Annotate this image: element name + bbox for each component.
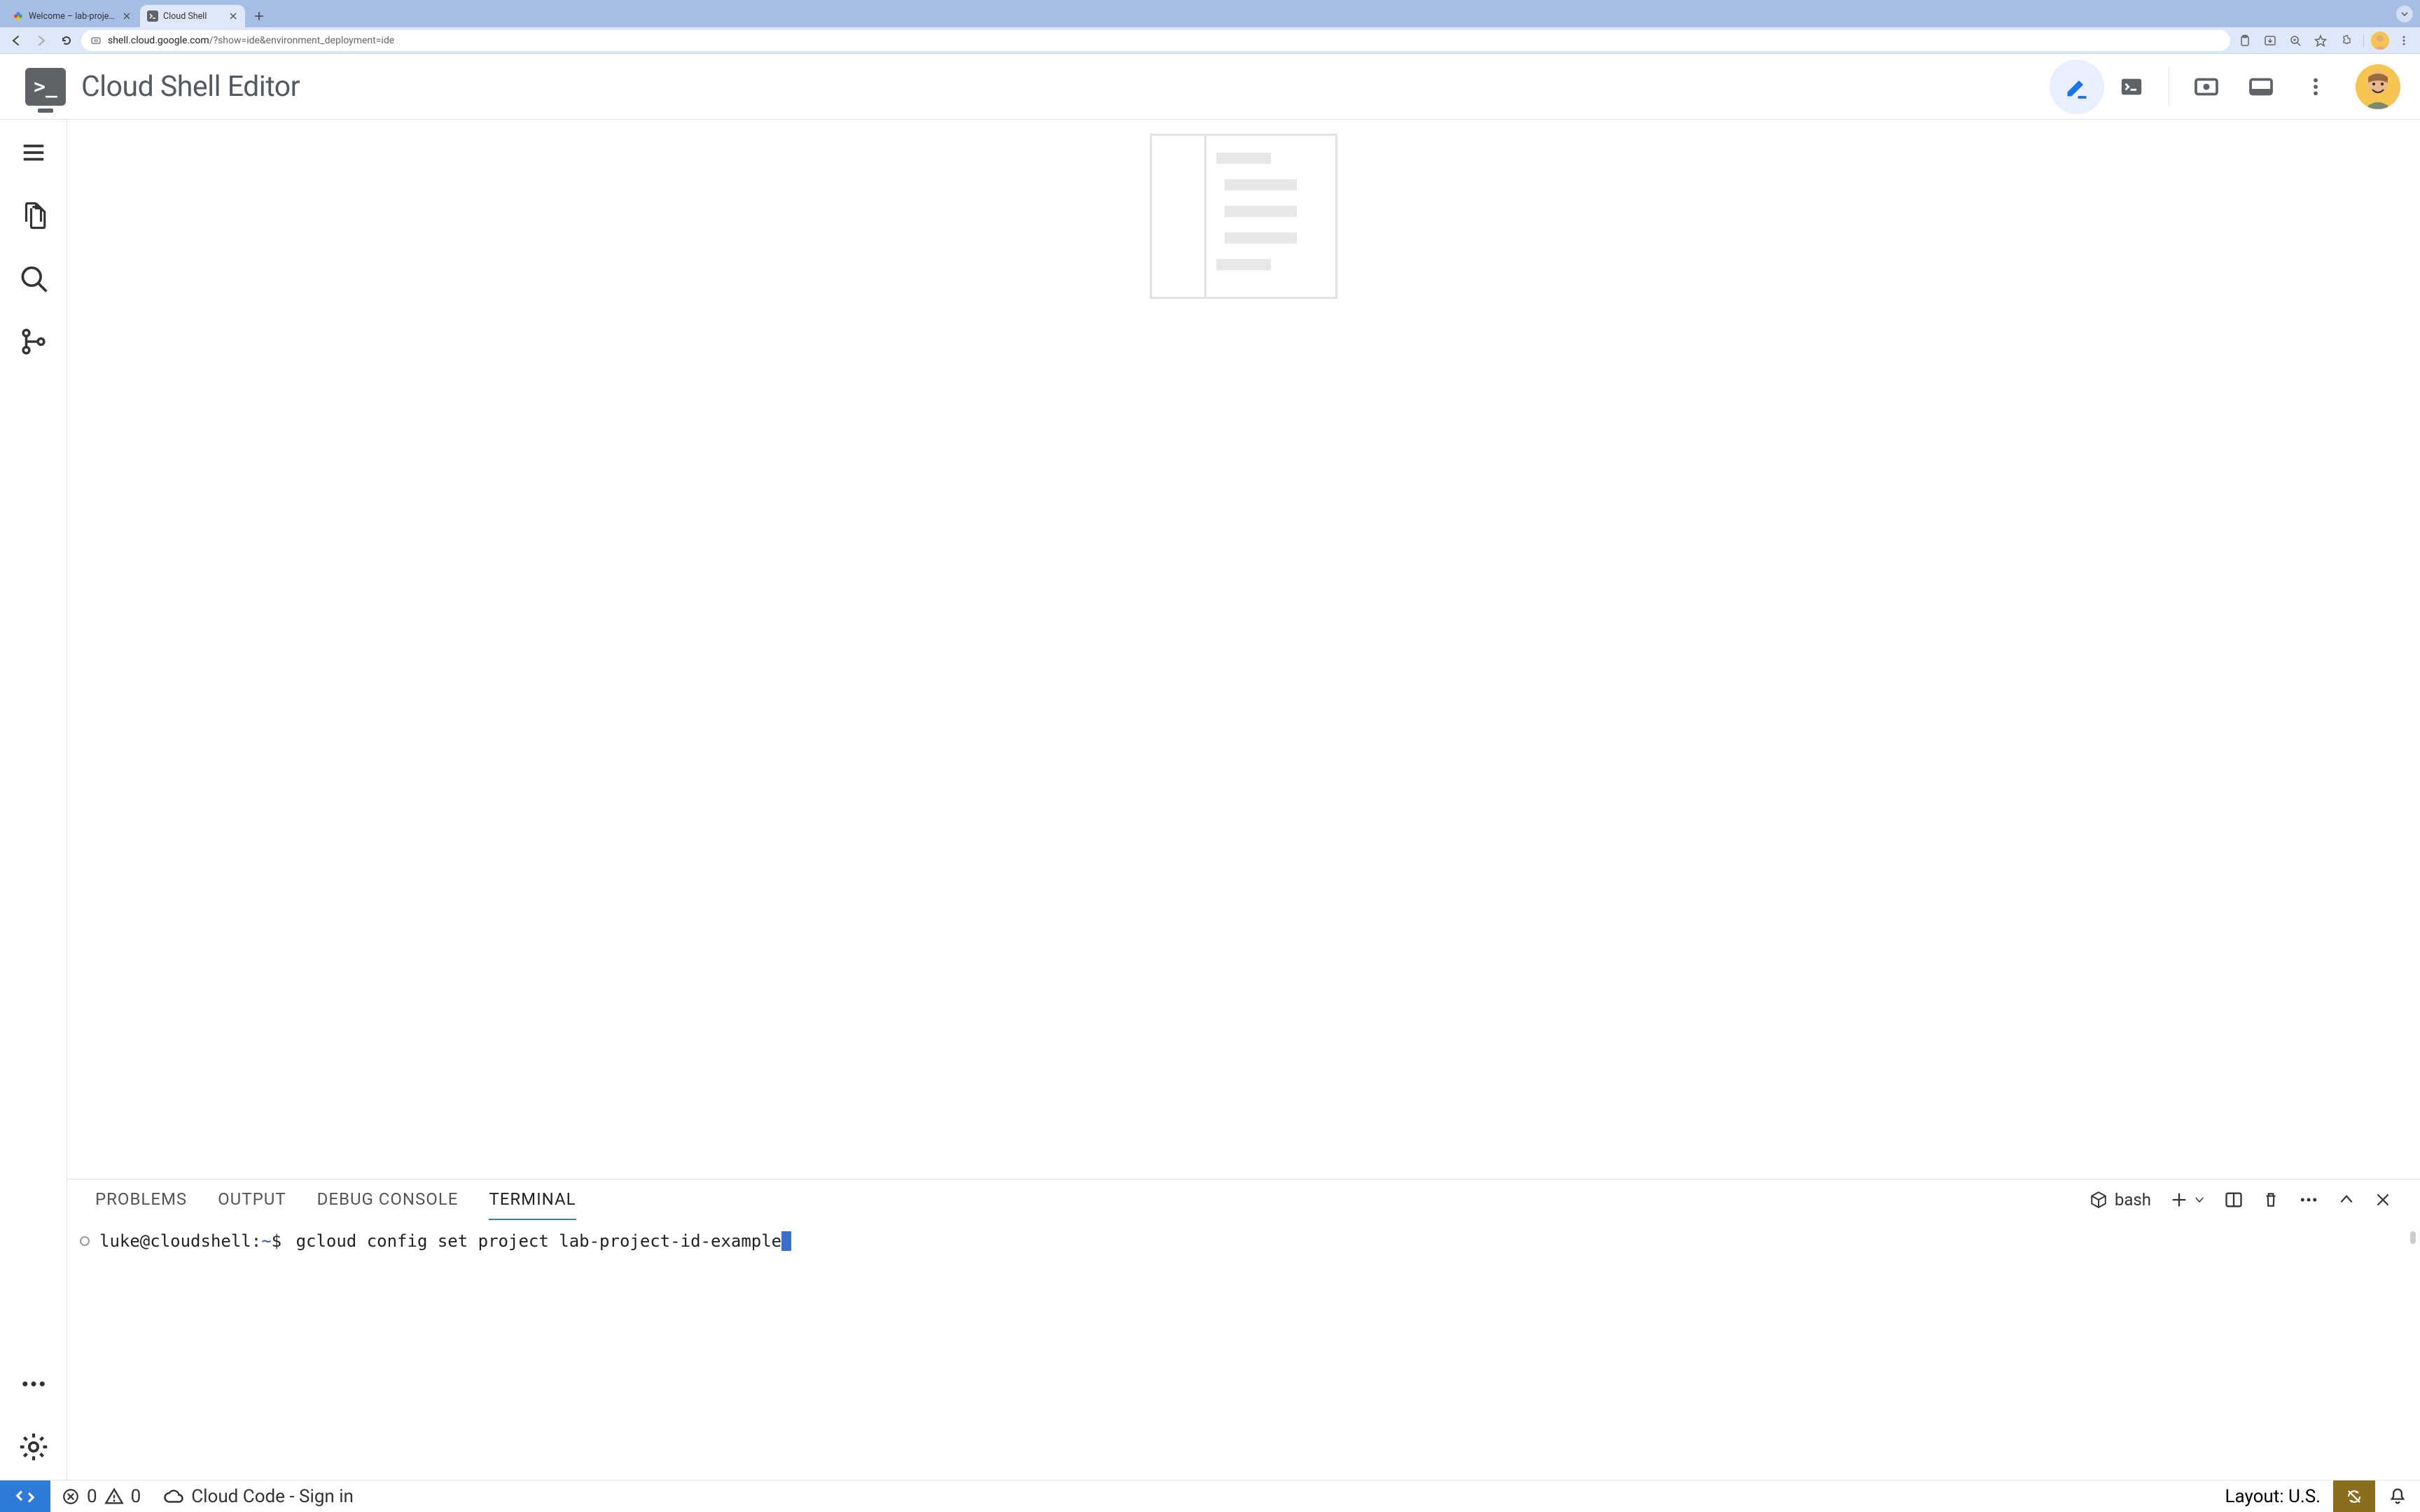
cube-icon (2089, 1191, 2108, 1209)
terminal-dropdown-button[interactable] (2193, 1194, 2206, 1206)
bell-icon (2388, 1487, 2407, 1506)
settings-button[interactable] (18, 1431, 50, 1463)
empty-document-icon (1150, 134, 1337, 299)
sync-off-icon (2346, 1487, 2363, 1506)
terminal[interactable]: luke@cloudshell:~$ gcloud config set pro… (67, 1220, 2420, 1480)
chrome-menu-icon[interactable] (2393, 30, 2414, 51)
keyboard-layout-status[interactable]: Layout: U.S. (2213, 1480, 2334, 1512)
source-control-button[interactable] (18, 326, 50, 358)
prompt-symbol: $ (272, 1231, 281, 1251)
error-count: 0 (87, 1486, 97, 1507)
layout-label: Layout: U.S. (2225, 1486, 2321, 1507)
explorer-button[interactable] (18, 200, 50, 232)
status-bar: 0 0 Cloud Code - Sign in Layout: U.S. (0, 1480, 2420, 1512)
url-bar: shell.cloud.google.com/?show=ide&environ… (0, 27, 2420, 54)
warning-icon (104, 1487, 124, 1506)
kill-terminal-button[interactable] (2262, 1191, 2280, 1209)
separator (2363, 34, 2364, 47)
terminal-command: gcloud config set project lab-project-id… (296, 1231, 782, 1251)
main-content: PROBLEMS OUTPUT DEBUG CONSOLE TERMINAL b… (0, 120, 2420, 1480)
editor-pane: PROBLEMS OUTPUT DEBUG CONSOLE TERMINAL b… (67, 120, 2420, 1480)
warning-count: 0 (131, 1486, 141, 1507)
shell-name: bash (2115, 1190, 2151, 1210)
bottom-panel: PROBLEMS OUTPUT DEBUG CONSOLE TERMINAL b… (67, 1179, 2420, 1480)
profile-avatar[interactable] (2371, 31, 2389, 50)
maximize-panel-button[interactable] (2337, 1191, 2356, 1209)
site-info-icon[interactable] (90, 34, 102, 47)
tab-problems[interactable]: PROBLEMS (95, 1180, 187, 1220)
reload-button[interactable] (56, 30, 77, 51)
back-button[interactable] (6, 30, 27, 51)
extensions-icon[interactable] (2335, 30, 2356, 51)
close-icon[interactable] (122, 11, 132, 21)
more-options-button[interactable] (2288, 59, 2343, 114)
open-window-button[interactable] (2234, 59, 2288, 114)
new-tab-button[interactable] (249, 6, 269, 26)
scrollbar[interactable] (2410, 1231, 2416, 1244)
install-app-icon[interactable] (2260, 30, 2281, 51)
cursor (781, 1231, 791, 1251)
panel-more-button[interactable] (2298, 1189, 2319, 1210)
tab-title: Welcome – lab-project-id-ex (29, 11, 117, 22)
tab-terminal[interactable]: TERMINAL (489, 1180, 576, 1220)
editor-empty-state (67, 120, 2420, 1179)
tabs-dropdown-button[interactable] (2396, 6, 2413, 22)
user-avatar[interactable] (2356, 64, 2400, 109)
preview-button[interactable] (2179, 59, 2234, 114)
terminal-line: luke@cloudshell:~$ gcloud config set pro… (80, 1231, 2395, 1251)
error-icon (62, 1488, 80, 1506)
cloud-code-label: Cloud Code - Sign in (191, 1486, 354, 1507)
terminal-button[interactable] (2104, 59, 2159, 114)
prompt-user: luke@cloudshell (99, 1231, 251, 1251)
browser-tab[interactable]: Welcome – lab-project-id-ex (6, 5, 139, 27)
url-text: shell.cloud.google.com/?show=ide&environ… (108, 35, 2222, 46)
clipboard-icon[interactable] (2234, 30, 2255, 51)
remote-button[interactable] (0, 1480, 50, 1512)
new-terminal-button[interactable] (2169, 1190, 2189, 1210)
address-bar[interactable]: shell.cloud.google.com/?show=ide&environ… (81, 30, 2230, 51)
tab-output[interactable]: OUTPUT (218, 1180, 286, 1220)
browser-tab-strip: Welcome – lab-project-id-ex Cloud Shell (0, 0, 2420, 27)
menu-toggle-button[interactable] (18, 136, 50, 169)
more-actions-button[interactable] (18, 1368, 50, 1400)
gcp-favicon-icon (13, 10, 24, 22)
cloud-code-status[interactable]: Cloud Code - Sign in (152, 1486, 365, 1507)
tab-debug-console[interactable]: DEBUG CONSOLE (317, 1180, 459, 1220)
sync-disabled-button[interactable] (2333, 1480, 2375, 1512)
cloudshell-favicon-icon (147, 10, 158, 22)
shell-selector[interactable]: bash (2089, 1190, 2151, 1210)
cloudshell-logo-icon: >_ (25, 68, 66, 106)
app-title: Cloud Shell Editor (81, 70, 300, 104)
close-panel-button[interactable] (2374, 1191, 2392, 1209)
search-button[interactable] (18, 262, 50, 295)
panel-tabs: PROBLEMS OUTPUT DEBUG CONSOLE TERMINAL b… (67, 1180, 2420, 1220)
problems-status[interactable]: 0 0 (50, 1486, 152, 1507)
prompt-path: ~ (261, 1231, 271, 1251)
bookmark-icon[interactable] (2310, 30, 2331, 51)
editor-button[interactable] (2050, 59, 2104, 114)
split-terminal-button[interactable] (2224, 1190, 2244, 1210)
tab-title: Cloud Shell (163, 11, 223, 22)
activity-bar (0, 120, 67, 1480)
app-header: >_ Cloud Shell Editor (0, 54, 2420, 120)
browser-tab[interactable]: Cloud Shell (140, 5, 245, 27)
forward-button[interactable] (31, 30, 52, 51)
zoom-icon[interactable] (2285, 30, 2306, 51)
cloud-icon (163, 1486, 184, 1507)
notifications-button[interactable] (2375, 1480, 2420, 1512)
connection-status-icon (80, 1236, 90, 1246)
close-icon[interactable] (228, 11, 238, 21)
